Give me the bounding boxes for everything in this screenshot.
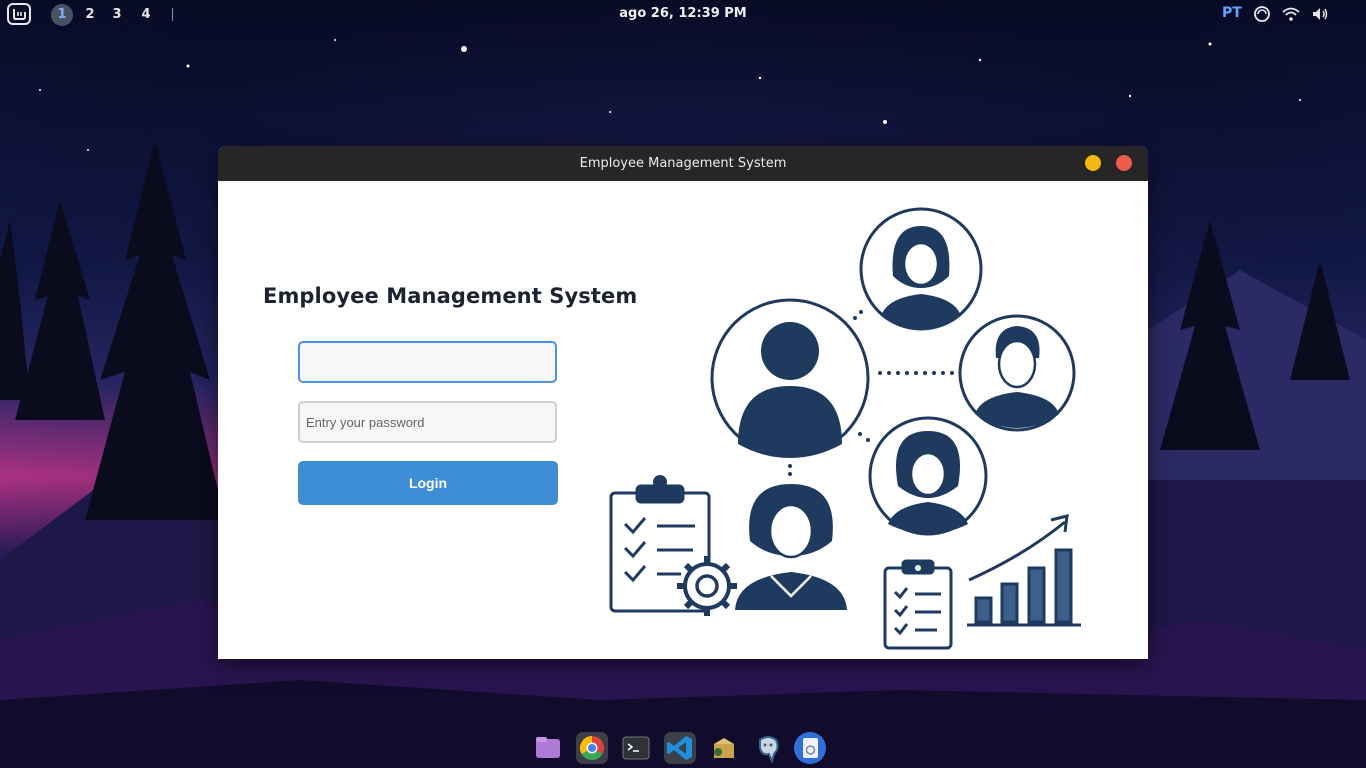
- page-title: Employee Management System: [263, 284, 638, 308]
- top-panel: 1 2 3 4 ago 26, 12:39 PM PT: [0, 0, 1366, 28]
- workspace-separator: [172, 8, 173, 21]
- window-title: Employee Management System: [579, 156, 787, 171]
- app-icon[interactable]: [794, 732, 826, 764]
- password-input[interactable]: [298, 401, 557, 443]
- chrome-icon[interactable]: [576, 732, 608, 764]
- workspace-2[interactable]: 2: [79, 4, 101, 26]
- wifi-icon[interactable]: [1281, 4, 1301, 24]
- team-illustration: [609, 207, 1081, 650]
- keyboard-layout-indicator[interactable]: PT: [1222, 5, 1242, 21]
- workspace-1[interactable]: 1: [51, 4, 73, 26]
- volume-icon[interactable]: [1310, 4, 1330, 24]
- terminal-icon[interactable]: [620, 732, 652, 764]
- app-window: Employee Management System Employee Mana…: [218, 146, 1148, 659]
- taskbar-dock: [528, 728, 838, 768]
- mint-menu-icon[interactable]: [7, 3, 31, 25]
- files-icon[interactable]: [532, 732, 564, 764]
- clock[interactable]: ago 26, 12:39 PM: [0, 6, 1366, 21]
- window-titlebar[interactable]: Employee Management System: [218, 146, 1148, 181]
- postgresql-icon[interactable]: [752, 732, 784, 764]
- db-tool-icon[interactable]: [708, 732, 740, 764]
- update-icon[interactable]: [1252, 4, 1272, 24]
- login-button[interactable]: Login: [298, 461, 558, 505]
- close-button[interactable]: [1116, 155, 1132, 171]
- workspace-3[interactable]: 3: [106, 4, 128, 26]
- minimize-button[interactable]: [1085, 155, 1101, 171]
- username-input[interactable]: [298, 341, 557, 383]
- login-view: Employee Management System Login: [218, 181, 1148, 659]
- workspace-4[interactable]: 4: [135, 4, 157, 26]
- vscode-icon[interactable]: [664, 732, 696, 764]
